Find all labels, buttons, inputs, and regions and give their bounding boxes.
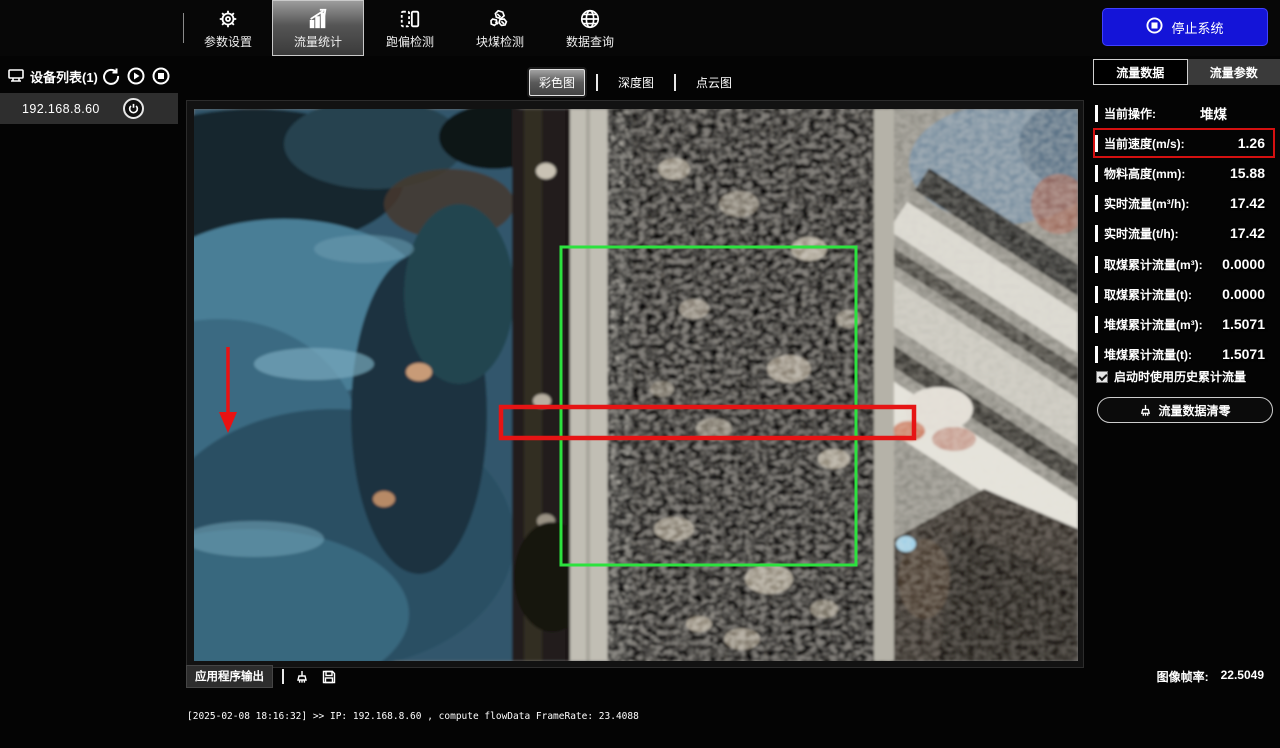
tab-flow-params[interactable]: 流量参数 xyxy=(1188,59,1280,85)
history-flow-checkbox[interactable] xyxy=(1096,371,1108,383)
stop-icon xyxy=(1146,17,1163,37)
output-bar-separator xyxy=(282,669,284,684)
device-ip: 192.168.8.60 xyxy=(22,102,100,116)
log-line: [2025-02-08 18:16:32] >> IP: 192.168.8.6… xyxy=(187,711,1277,723)
row-label: 堆煤累计流量(m³): xyxy=(1095,316,1203,333)
broom-icon xyxy=(1139,404,1152,417)
toolbar-item-parameter-settings[interactable]: 参数设置 xyxy=(182,0,274,56)
data-row-take-m3: 取煤累计流量(m³): 0.0000 xyxy=(1095,252,1275,276)
tab-flow-data[interactable]: 流量数据 xyxy=(1093,59,1188,85)
tab-depth-image[interactable]: 深度图 xyxy=(609,70,663,95)
row-value: 15.88 xyxy=(1230,165,1265,181)
gear-icon xyxy=(216,7,240,31)
application-output-tab[interactable]: 应用程序输出 xyxy=(186,665,273,688)
row-label: 物料高度(mm): xyxy=(1095,165,1185,182)
data-row-take-t: 取煤累计流量(t): 0.0000 xyxy=(1095,282,1275,306)
toolbar-item-label: 流量统计 xyxy=(294,33,342,50)
row-label: 当前速度(m/s): xyxy=(1095,135,1185,152)
history-flow-checkbox-label: 启动时使用历史累计流量 xyxy=(1114,368,1246,385)
right-panel-tabs: 流量数据 流量参数 xyxy=(1093,59,1280,85)
image-view-tabs: 彩色图 深度图 点云图 xyxy=(186,69,1084,95)
data-row-speed: 当前速度(m/s): 1.26 xyxy=(1095,131,1275,155)
app-window: 参数设置 流量统计 跑偏检测 xyxy=(0,0,1280,748)
toolbar-item-label: 跑偏检测 xyxy=(386,33,434,50)
row-value: 0.0000 xyxy=(1222,286,1265,302)
data-row-flow-th: 实时流量(t/h): 17.42 xyxy=(1095,221,1275,245)
current-operation-row: 当前操作: 堆煤 xyxy=(1095,101,1275,125)
refresh-icon[interactable] xyxy=(102,67,120,85)
row-label: 堆煤累计流量(t): xyxy=(1095,346,1192,363)
clear-log-button[interactable] xyxy=(293,669,311,685)
flow-chart-icon xyxy=(306,7,330,31)
tab-separator xyxy=(674,74,676,91)
row-label: 取煤累计流量(m³): xyxy=(1095,256,1203,273)
conveyor-camera-image[interactable] xyxy=(194,109,1078,661)
device-list-item[interactable]: 192.168.8.60 xyxy=(0,93,178,124)
toolbar-item-label: 参数设置 xyxy=(204,33,252,50)
camera-viewer-frame xyxy=(186,100,1084,668)
data-row-stack-m3: 堆煤累计流量(m³): 1.5071 xyxy=(1095,312,1275,336)
toolbar-item-label: 块煤检测 xyxy=(476,33,524,50)
current-operation-value: 堆煤 xyxy=(1200,103,1227,123)
stop-system-button[interactable]: 停止系统 xyxy=(1102,8,1268,46)
device-list-title: 设备列表(1) xyxy=(30,67,98,86)
history-flow-checkbox-row[interactable]: 启动时使用历史累计流量 xyxy=(1096,368,1246,385)
start-all-icon[interactable] xyxy=(127,67,145,85)
coal-lumps-icon xyxy=(488,7,512,31)
device-list-controls xyxy=(102,67,170,85)
broom-icon xyxy=(295,670,309,684)
toolbar-item-data-query[interactable]: 数据查询 xyxy=(544,0,636,56)
row-value: 1.5071 xyxy=(1222,316,1265,332)
row-label: 取煤累计流量(t): xyxy=(1095,286,1192,303)
row-value: 1.5071 xyxy=(1222,346,1265,362)
image-framerate: 图像帧率: 22.5049 xyxy=(1157,668,1264,685)
clear-flow-data-button[interactable]: 流量数据清零 xyxy=(1097,397,1273,423)
stop-all-icon[interactable] xyxy=(152,67,170,85)
toolbar-item-deviation-detect[interactable]: 跑偏检测 xyxy=(364,0,456,56)
current-operation-label: 当前操作: xyxy=(1095,105,1156,122)
tab-pointcloud-image[interactable]: 点云图 xyxy=(687,70,741,95)
tab-separator xyxy=(596,74,598,91)
toolbar-item-coal-detect[interactable]: 块煤检测 xyxy=(454,0,546,56)
row-label: 实时流量(t/h): xyxy=(1095,225,1179,242)
toolbar-item-flow-statistics[interactable]: 流量统计 xyxy=(272,0,364,56)
device-list-header: 设备列表(1) xyxy=(0,60,178,92)
row-value: 17.42 xyxy=(1230,225,1265,241)
tab-color-image[interactable]: 彩色图 xyxy=(529,69,585,96)
row-value: 1.26 xyxy=(1238,135,1265,151)
device-power-button[interactable] xyxy=(123,98,144,119)
device-icon xyxy=(8,69,24,83)
data-row-height: 物料高度(mm): 15.88 xyxy=(1095,161,1275,185)
row-value: 0.0000 xyxy=(1222,256,1265,272)
framerate-value: 22.5049 xyxy=(1221,668,1264,685)
data-row-stack-t: 堆煤累计流量(t): 1.5071 xyxy=(1095,342,1275,366)
framerate-label: 图像帧率: xyxy=(1157,668,1209,685)
toolbar-item-label: 数据查询 xyxy=(566,33,614,50)
row-label: 实时流量(m³/h): xyxy=(1095,195,1189,212)
data-row-flow-m3h: 实时流量(m³/h): 17.42 xyxy=(1095,191,1275,215)
save-icon xyxy=(322,670,336,684)
power-icon xyxy=(128,103,139,114)
application-log[interactable]: [2025-02-08 18:16:32] >> IP: 192.168.8.6… xyxy=(187,686,1277,748)
stop-button-label: 停止系统 xyxy=(1171,18,1223,37)
row-value: 17.42 xyxy=(1230,195,1265,211)
application-output-bar: 应用程序输出 xyxy=(186,667,1084,686)
save-log-button[interactable] xyxy=(320,669,338,685)
belt-deviation-icon xyxy=(398,7,422,31)
clear-button-label: 流量数据清零 xyxy=(1158,402,1230,419)
top-toolbar: 参数设置 流量统计 跑偏检测 xyxy=(0,0,1280,56)
globe-icon xyxy=(578,7,602,31)
